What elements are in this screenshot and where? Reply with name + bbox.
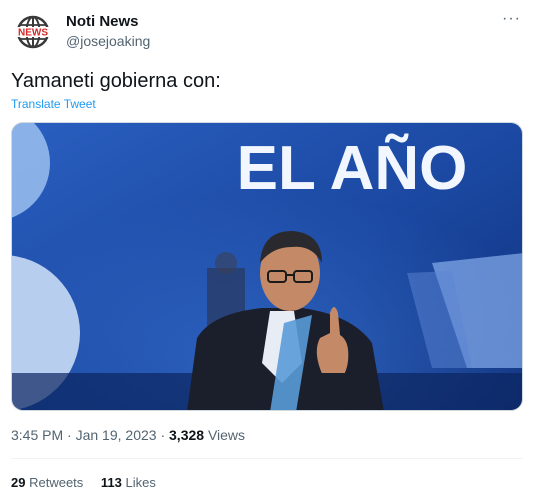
divider xyxy=(11,458,523,459)
tweet-text: Yamaneti gobierna con: xyxy=(11,70,221,92)
views-count: 3,328 xyxy=(169,427,205,443)
tweet-header: NEWS Noti News @josejoaking ··· xyxy=(13,10,523,54)
tweet-stats: 29 Retweets 113 Likes xyxy=(11,475,170,490)
likes-label: Likes xyxy=(125,475,156,490)
logo-text: NEWS xyxy=(18,28,48,39)
views-label: Views xyxy=(207,427,246,443)
likes-count: 113 xyxy=(100,475,122,490)
retweets-count: 29 xyxy=(11,475,26,490)
media-photo: EL AÑO xyxy=(12,123,522,410)
more-options-icon[interactable]: ··· xyxy=(502,10,521,28)
meta-separator: · xyxy=(160,427,166,443)
tweet-date[interactable]: Jan 19, 2023 xyxy=(76,427,157,443)
meta-separator: · xyxy=(67,427,72,443)
likes-stat[interactable]: 113 Likes xyxy=(101,475,156,490)
globe-news-logo-icon: NEWS xyxy=(16,15,50,49)
translate-tweet-link[interactable]: Translate Tweet xyxy=(11,97,96,111)
account-name[interactable]: Noti News xyxy=(66,13,139,30)
tweet-time[interactable]: 3:45 PM xyxy=(11,427,63,443)
avatar[interactable]: NEWS xyxy=(13,12,53,52)
tweet-media-image[interactable]: EL AÑO xyxy=(11,122,523,411)
retweets-stat[interactable]: 29 Retweets xyxy=(11,475,87,490)
tweet-meta: 3:45 PM · Jan 19, 2023 · 3,328 Views xyxy=(11,427,245,443)
retweets-label: Retweets xyxy=(29,475,84,490)
account-handle[interactable]: @josejoaking xyxy=(66,33,150,49)
media-headline: EL AÑO xyxy=(237,134,468,203)
